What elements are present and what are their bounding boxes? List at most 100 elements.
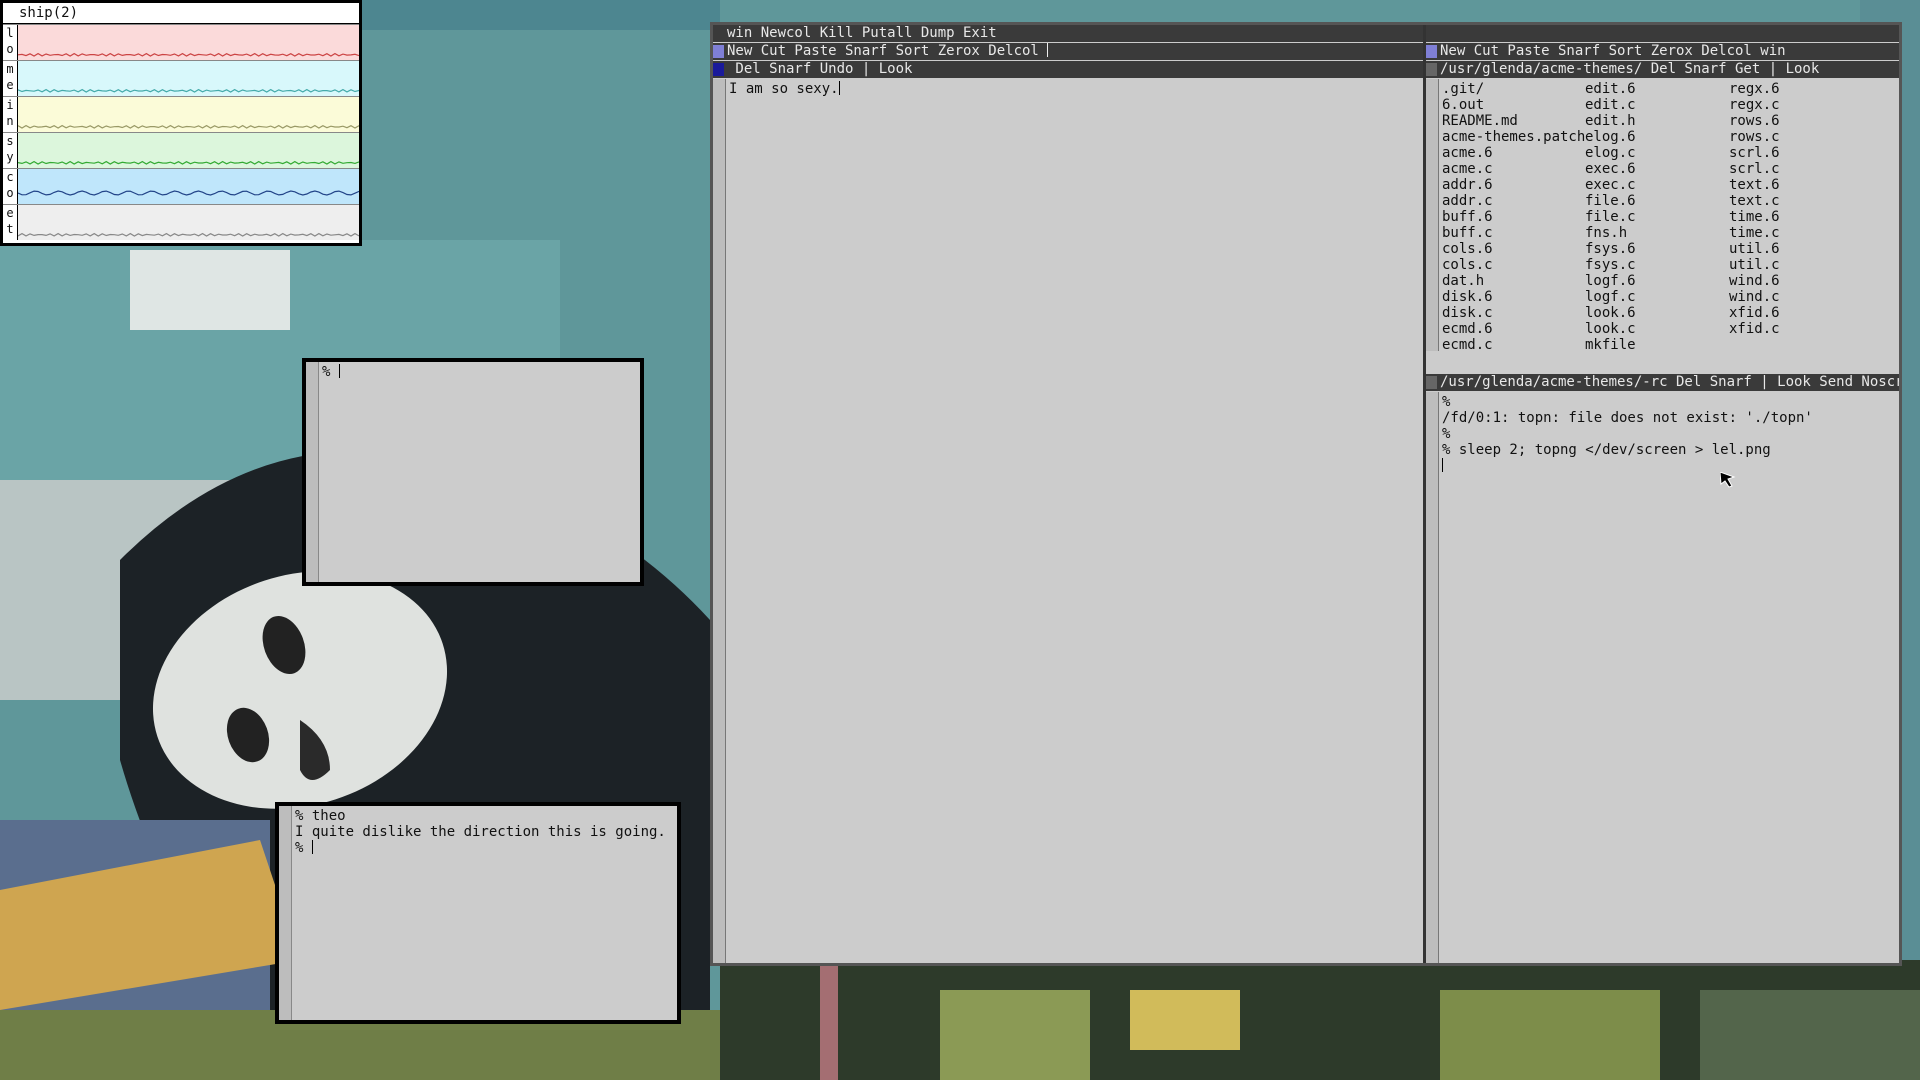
stats-graph: [18, 169, 359, 204]
file-entry[interactable]: scrl.6: [1729, 145, 1780, 161]
file-entry[interactable]: regx.6: [1729, 81, 1780, 97]
file-entry[interactable]: acme.c: [1442, 161, 1585, 177]
file-entry[interactable]: xfid.c: [1729, 321, 1780, 337]
file-entry[interactable]: cols.6: [1442, 241, 1585, 257]
window-tag-text[interactable]: /usr/glenda/acme-themes/-rc Del Snarf | …: [1440, 374, 1899, 391]
stats-row[interactable]: c o: [3, 168, 359, 204]
file-entry[interactable]: edit.c: [1585, 97, 1636, 113]
file-entry[interactable]: ecmd.c: [1442, 337, 1585, 353]
rc-shell-window[interactable]: %/fd/0:1: topn: file does not exist: './…: [1426, 392, 1899, 963]
rio-terminal-window[interactable]: %: [302, 358, 644, 586]
file-entry[interactable]: mkfile: [1585, 337, 1636, 353]
file-entry[interactable]: exec.c: [1585, 177, 1636, 193]
stats-row[interactable]: i n: [3, 96, 359, 132]
file-entry[interactable]: disk.c: [1442, 305, 1585, 321]
main-tag-text[interactable]: win Newcol Kill Putall Dump Exit: [727, 25, 997, 42]
file-entry[interactable]: util.c: [1729, 257, 1780, 273]
file-entry[interactable]: util.6: [1729, 241, 1780, 257]
file-entry[interactable]: look.6: [1585, 305, 1636, 321]
column-handle[interactable]: [1426, 45, 1437, 58]
acme-editor[interactable]: win Newcol Kill Putall Dump Exit New Cut…: [710, 22, 1902, 966]
file-entry[interactable]: dat.h: [1442, 273, 1585, 289]
file-entry[interactable]: look.c: [1585, 321, 1636, 337]
stats-row-label: l o: [3, 25, 18, 60]
stats-row[interactable]: e t: [3, 204, 359, 240]
file-entry[interactable]: 6.out: [1442, 97, 1585, 113]
file-entry[interactable]: buff.6: [1442, 209, 1585, 225]
file-entry[interactable]: ecmd.6: [1442, 321, 1585, 337]
scrollbar[interactable]: [1426, 392, 1439, 963]
window-handle[interactable]: [713, 63, 724, 76]
file-entry[interactable]: wind.6: [1729, 273, 1780, 289]
file-entry[interactable]: scrl.c: [1729, 161, 1780, 177]
terminal-text[interactable]: % theo I quite dislike the direction this…: [295, 808, 673, 856]
stats-row[interactable]: s y: [3, 132, 359, 168]
file-entry[interactable]: time.c: [1729, 225, 1780, 241]
window-tag[interactable]: Del Snarf Undo | Look: [713, 61, 1423, 78]
text-cursor: [338, 364, 340, 378]
stats-graph-line: [18, 190, 359, 196]
tag-commands[interactable]: New Cut Paste Snarf Sort Zerox Delcol: [727, 43, 1047, 59]
file-entry[interactable]: addr.c: [1442, 193, 1585, 209]
rc-window-tag[interactable]: /usr/glenda/acme-themes/-rc Del Snarf | …: [1426, 374, 1899, 391]
file-entry[interactable]: acme-themes.patch: [1442, 129, 1585, 145]
file-entry[interactable]: elog.c: [1585, 145, 1636, 161]
file-entry[interactable]: edit.h: [1585, 113, 1636, 129]
file-entry[interactable]: regx.c: [1729, 97, 1780, 113]
column-tag[interactable]: New Cut Paste Snarf Sort Zerox Delcol wi…: [1426, 43, 1899, 60]
file-entry[interactable]: disk.6: [1442, 289, 1585, 305]
window-body[interactable]: I am so sexy.: [729, 81, 1423, 97]
file-entry[interactable]: cols.c: [1442, 257, 1585, 273]
stats-graph-line: [18, 232, 359, 237]
file-entry[interactable]: text.c: [1729, 193, 1780, 209]
rc-output-line: /fd/0:1: topn: file does not exist: './t…: [1442, 410, 1813, 426]
window-tag-text[interactable]: /usr/glenda/acme-themes/ Del Snarf Get |…: [1440, 61, 1828, 78]
text-cursor: [1047, 43, 1049, 57]
stats-window[interactable]: ship(2) l om ei ns yc oe t: [0, 0, 362, 246]
scrollbar[interactable]: [306, 362, 319, 582]
window-handle[interactable]: [1426, 63, 1437, 76]
file-entry[interactable]: .git/: [1442, 81, 1585, 97]
file-entry[interactable]: fsys.6: [1585, 241, 1636, 257]
scrollbar[interactable]: [1426, 79, 1439, 351]
file-entry[interactable]: acme.6: [1442, 145, 1585, 161]
directory-window[interactable]: .git/6.out README.md acme-themes.patch acme…: [1426, 79, 1899, 353]
acme-left-column[interactable]: New Cut Paste Snarf Sort Zerox Delcol De…: [713, 42, 1423, 963]
directory-window-tag[interactable]: /usr/glenda/acme-themes/ Del Snarf Get |…: [1426, 61, 1899, 78]
acme-main-tag[interactable]: win Newcol Kill Putall Dump Exit: [713, 25, 1899, 42]
rio-chat-window[interactable]: % theo I quite dislike the direction this…: [275, 802, 681, 1024]
stats-row[interactable]: m e: [3, 60, 359, 96]
scratch-window[interactable]: I am so sexy.: [713, 79, 1423, 963]
file-entry[interactable]: time.6: [1729, 209, 1780, 225]
terminal-text[interactable]: %: [322, 364, 636, 380]
file-entry[interactable]: xfid.6: [1729, 305, 1780, 321]
file-entry[interactable]: fns.h: [1585, 225, 1636, 241]
stats-graph: [18, 205, 359, 240]
file-entry[interactable]: rows.c: [1729, 129, 1780, 145]
stats-row[interactable]: l o: [3, 24, 359, 60]
file-entry[interactable]: exec.6: [1585, 161, 1636, 177]
file-entry[interactable]: elog.6: [1585, 129, 1636, 145]
window-handle[interactable]: [1426, 376, 1437, 389]
window-tag-text[interactable]: Del Snarf Undo | Look: [727, 61, 921, 78]
file-entry[interactable]: file.c: [1585, 209, 1636, 225]
file-entry[interactable]: rows.6: [1729, 113, 1780, 129]
file-entry[interactable]: edit.6: [1585, 81, 1636, 97]
column-tag[interactable]: New Cut Paste Snarf Sort Zerox Delcol: [713, 43, 1423, 60]
file-entry[interactable]: logf.c: [1585, 289, 1636, 305]
file-entry[interactable]: README.md: [1442, 113, 1585, 129]
file-entry[interactable]: wind.c: [1729, 289, 1780, 305]
acme-right-column[interactable]: New Cut Paste Snarf Sort Zerox Delcol wi…: [1426, 42, 1899, 963]
file-entry[interactable]: logf.6: [1585, 273, 1636, 289]
scrollbar[interactable]: [713, 79, 726, 963]
file-entry[interactable]: file.6: [1585, 193, 1636, 209]
file-entry[interactable]: buff.c: [1442, 225, 1585, 241]
scrollbar[interactable]: [279, 806, 292, 1020]
file-entry[interactable]: addr.6: [1442, 177, 1585, 193]
column-handle[interactable]: [713, 45, 724, 58]
window-body[interactable]: %/fd/0:1: topn: file does not exist: './…: [1442, 394, 1899, 474]
column-tag-text[interactable]: New Cut Paste Snarf Sort Zerox Delcol: [727, 43, 1049, 60]
file-entry[interactable]: text.6: [1729, 177, 1780, 193]
file-entry[interactable]: fsys.c: [1585, 257, 1636, 273]
column-tag-text[interactable]: New Cut Paste Snarf Sort Zerox Delcol wi…: [1440, 43, 1786, 60]
